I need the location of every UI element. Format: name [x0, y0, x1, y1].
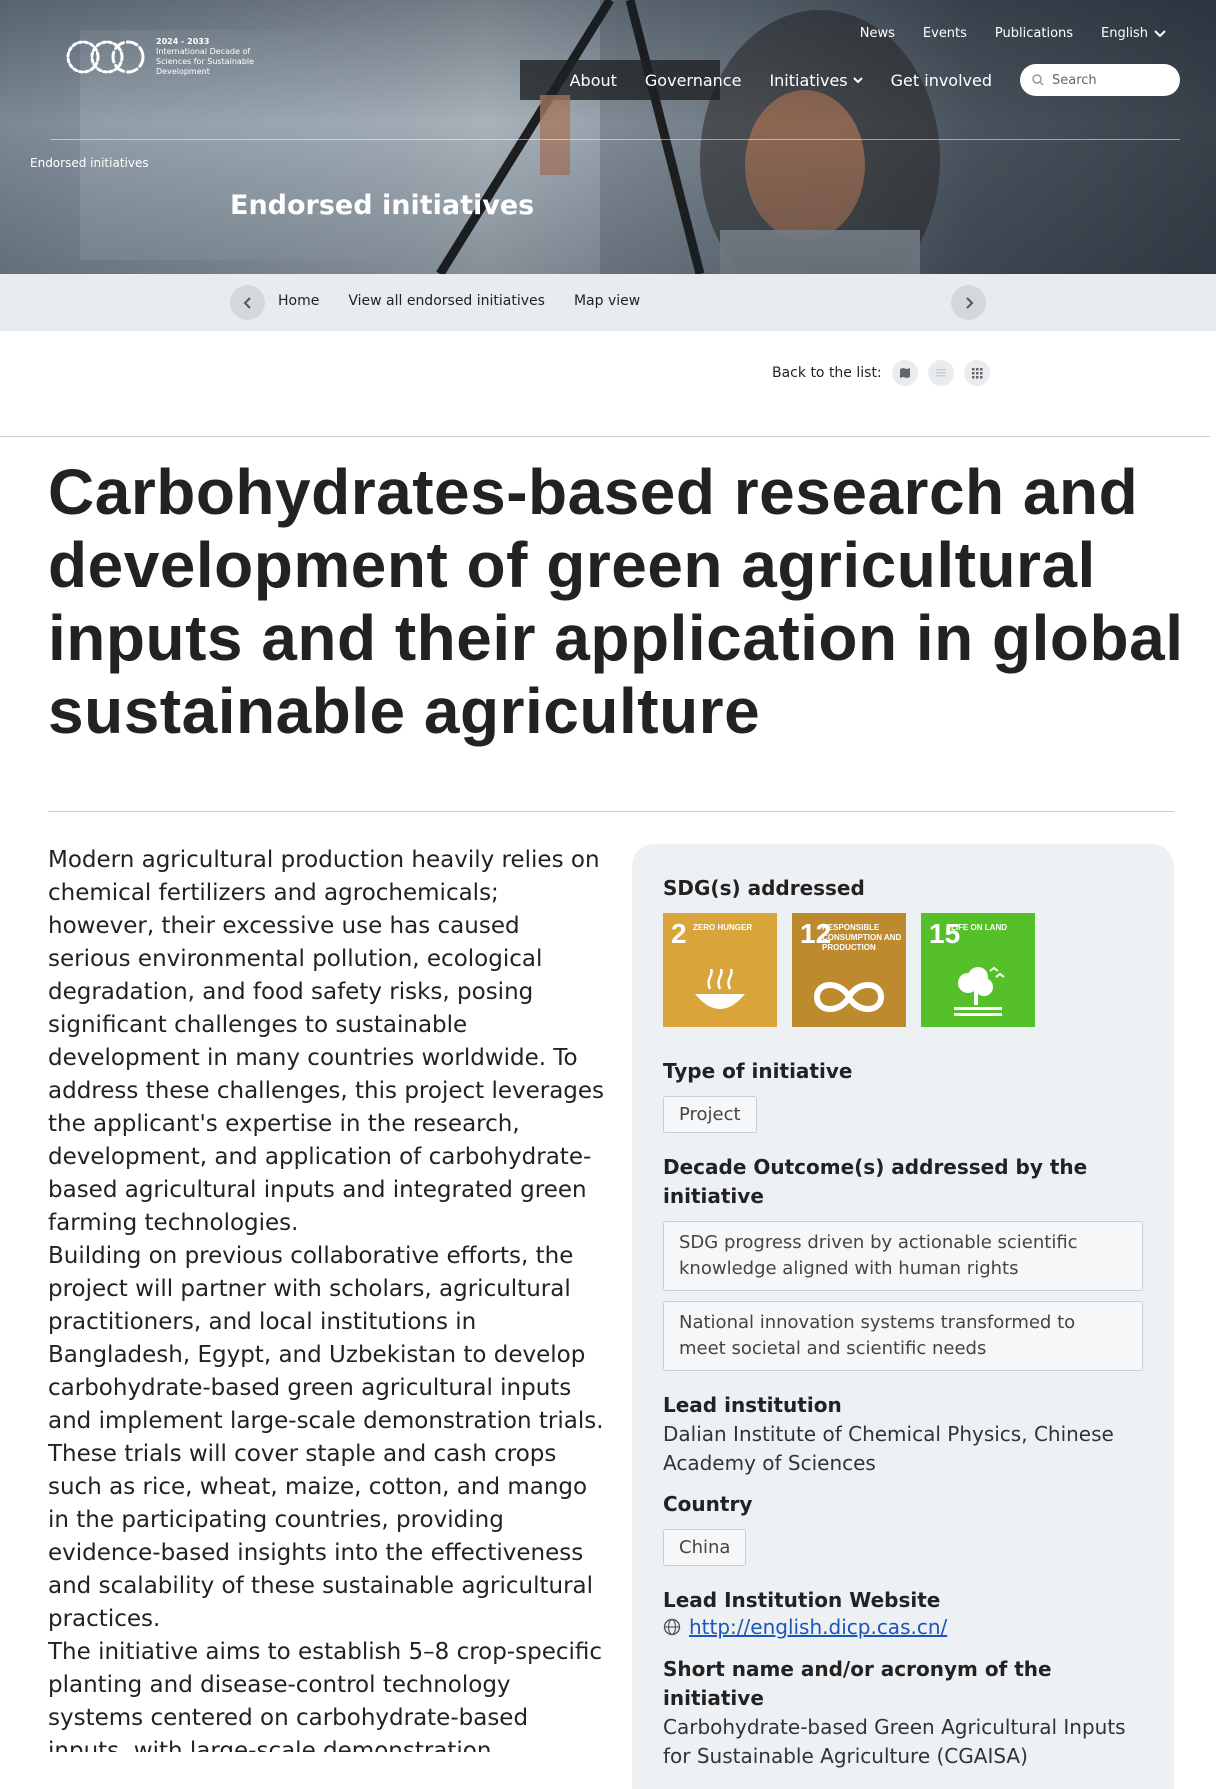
website-heading: Lead Institution Website — [663, 1588, 941, 1612]
subnav-links: Home View all endorsed initiatives Map v… — [278, 293, 640, 309]
infinity-icon — [813, 982, 885, 1012]
bowl-icon — [695, 969, 745, 1009]
nav-initiatives-label: Initiatives — [769, 70, 848, 90]
sdg-12-tile[interactable]: 12 Responsible consumption and productio… — [792, 913, 906, 1027]
decade-logo-icon — [66, 40, 145, 74]
sdg-list: 2 Zero hunger 12 Responsible consumption… — [663, 913, 1143, 1027]
divider — [50, 139, 1180, 140]
page-title: Carbohydrates-based research and develop… — [48, 456, 1184, 747]
description-paragraph: The initiative aims to establish 5–8 cro… — [48, 1639, 603, 1752]
sub-navigation: Home View all endorsed initiatives Map v… — [0, 274, 1216, 331]
divider — [48, 811, 1174, 812]
website-link-row: http://english.dicp.cas.cn/ — [663, 1615, 1143, 1639]
sdg-2-tile[interactable]: 2 Zero hunger — [663, 913, 777, 1027]
chevron-left-icon — [243, 296, 251, 309]
description-paragraph: Building on previous collaborative effor… — [48, 1243, 604, 1632]
logo-years: 2024 - 2033 — [156, 37, 210, 46]
short-name-value: Carbohydrate-based Green Agricultural In… — [663, 1715, 1126, 1768]
nav-about[interactable]: About — [570, 71, 617, 90]
type-tag: Project — [663, 1096, 757, 1133]
language-selector[interactable]: English — [1101, 26, 1166, 41]
sdg-heading: SDG(s) addressed — [663, 876, 865, 900]
description-paragraph: Modern agricultural production heavily r… — [48, 847, 605, 1236]
list-view-icon — [935, 369, 946, 377]
sdg-number: 2 — [671, 918, 687, 949]
subnav-home[interactable]: Home — [278, 293, 319, 309]
grid-view-button[interactable] — [963, 360, 990, 386]
search-placeholder: Search — [1052, 72, 1097, 88]
hero-title: Endorsed initiatives — [230, 190, 535, 221]
type-heading: Type of initiative — [663, 1059, 853, 1083]
sdg-label: Responsible consumption and production — [822, 923, 902, 952]
search-icon — [1032, 74, 1044, 86]
outcomes-heading: Decade Outcome(s) addressed by the initi… — [663, 1155, 1088, 1208]
back-to-list: Back to the list: — [772, 360, 990, 386]
sdg-label: Zero hunger — [693, 923, 753, 932]
country-heading: Country — [663, 1492, 753, 1516]
sdg-15-tile[interactable]: 15 Life on land — [921, 913, 1035, 1027]
tree-icon — [954, 966, 1005, 1016]
lead-institution-heading: Lead institution — [663, 1393, 842, 1417]
country-tag: China — [663, 1529, 747, 1566]
lead-institution-website-link[interactable]: http://english.dicp.cas.cn/ — [689, 1615, 947, 1639]
short-name-heading: Short name and/or acronym of the initiat… — [663, 1657, 1052, 1710]
breadcrumb[interactable]: Endorsed initiatives — [30, 156, 149, 170]
map-view-button[interactable] — [891, 360, 918, 386]
search-input[interactable]: Search — [1020, 64, 1180, 96]
nav-governance[interactable]: Governance — [645, 71, 742, 90]
hero-banner: 2024 - 2033 International Decade of Scie… — [0, 0, 1216, 274]
map-view-icon — [899, 368, 910, 378]
scroll-left-button[interactable] — [230, 285, 265, 320]
sdg-label: Life on land — [951, 923, 1007, 932]
outcome-tag: SDG progress driven by actionable scient… — [663, 1221, 1143, 1291]
chevron-down-icon — [1154, 29, 1166, 37]
globe-icon — [663, 1618, 681, 1636]
nav-get-involved[interactable]: Get involved — [891, 71, 992, 90]
nav-initiatives[interactable]: Initiatives — [769, 70, 863, 90]
nav-news[interactable]: News — [860, 26, 895, 41]
chevron-right-icon — [965, 296, 973, 309]
nav-publications[interactable]: Publications — [995, 26, 1073, 41]
nav-events[interactable]: Events — [923, 26, 967, 41]
initiative-details-panel: SDG(s) addressed 2 Zero hunger 12 Respon… — [632, 844, 1174, 1789]
scroll-right-button[interactable] — [951, 285, 986, 320]
divider — [0, 436, 1210, 437]
main-nav: About Governance Initiatives Get involve… — [570, 64, 1180, 96]
logo-text: International Decade of Sciences for Sus… — [156, 47, 255, 76]
language-label: English — [1101, 26, 1148, 41]
chevron-down-icon — [852, 76, 863, 83]
back-to-list-label: Back to the list: — [772, 365, 882, 381]
outcome-tag: National innovation systems transformed … — [663, 1301, 1143, 1371]
grid-view-icon — [971, 368, 983, 379]
decade-logo[interactable]: 2024 - 2033 International Decade of Scie… — [62, 36, 266, 78]
lead-institution-value: Dalian Institute of Chemical Physics, Ch… — [663, 1422, 1114, 1475]
subnav-view-all[interactable]: View all endorsed initiatives — [348, 293, 545, 309]
top-nav: News Events Publications English — [860, 26, 1166, 41]
subnav-map-view[interactable]: Map view — [574, 293, 640, 309]
initiative-description: Modern agricultural production heavily r… — [48, 844, 608, 1752]
list-view-button[interactable] — [927, 360, 954, 386]
